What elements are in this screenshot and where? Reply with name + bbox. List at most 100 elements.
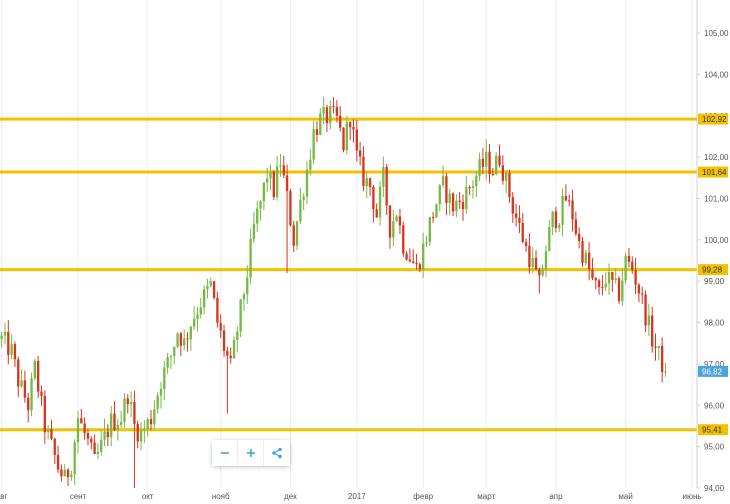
y-tick-label: 105,00 <box>704 29 729 38</box>
candle-body <box>40 391 43 396</box>
candle-body <box>193 318 196 327</box>
candle-body <box>329 106 332 124</box>
candle-body <box>232 340 236 359</box>
plus-icon <box>246 449 255 457</box>
candle-body <box>641 293 644 295</box>
candle-body <box>93 442 96 454</box>
x-tick-label: сент <box>70 492 87 501</box>
candle-body <box>30 378 33 411</box>
candle-body <box>153 409 156 425</box>
x-tick-label: 2017 <box>348 492 366 501</box>
candle-body <box>654 346 657 348</box>
candle-body <box>604 283 607 288</box>
candle-body <box>33 360 37 379</box>
candle-body <box>272 171 275 198</box>
candle-body <box>106 431 110 438</box>
candle-body <box>664 371 667 373</box>
candle-body <box>561 195 564 225</box>
candle-body <box>448 193 451 203</box>
candle-body <box>315 129 319 135</box>
candle-body <box>302 196 305 200</box>
chart-area: авгсентоктноябдек2017феврмартапрмайиюнь9… <box>0 0 730 504</box>
candle-body <box>637 284 641 294</box>
candle-body <box>216 297 219 323</box>
x-tick-label: апр <box>549 492 563 501</box>
candle-body <box>458 200 461 202</box>
share-button[interactable] <box>264 440 290 466</box>
level-price-label: 95,41 <box>702 426 723 435</box>
zoom-in-button[interactable] <box>238 440 264 466</box>
candle-body <box>299 199 302 222</box>
chart-toolbar <box>212 440 290 466</box>
candle-body <box>368 178 372 187</box>
level-price-label: 102,92 <box>702 115 727 124</box>
candle-body <box>292 225 295 246</box>
level-price-label: 99,28 <box>702 266 723 275</box>
candle-body <box>100 439 103 452</box>
candle-body <box>491 173 495 175</box>
candle-body <box>498 155 501 166</box>
candle-body <box>601 287 604 289</box>
candle-body <box>571 200 574 220</box>
zoom-out-button[interactable] <box>212 440 238 466</box>
candle-body <box>3 331 7 336</box>
candle-body <box>133 402 136 424</box>
candle-body <box>103 431 106 440</box>
candle-body <box>631 261 634 271</box>
candle-body <box>80 418 83 424</box>
candle-body <box>657 345 660 348</box>
candle-body <box>564 195 568 201</box>
candle-body <box>139 430 143 442</box>
candle-body <box>282 165 285 176</box>
candle-body <box>259 201 262 209</box>
candle-body <box>56 454 60 470</box>
candle-body <box>7 331 10 355</box>
x-tick-label: авг <box>0 492 8 501</box>
candle-body <box>348 122 352 128</box>
candle-body <box>116 424 119 430</box>
candle-body <box>53 438 56 455</box>
candle-body <box>23 380 27 398</box>
candle-body <box>594 278 597 281</box>
y-tick-label: 94,00 <box>704 484 725 493</box>
last-price-label: 96,82 <box>702 367 723 376</box>
y-tick-label: 98,00 <box>704 319 725 328</box>
candle-body <box>256 208 259 224</box>
candle-body <box>46 429 50 433</box>
candle-body <box>521 222 524 242</box>
candle-body <box>70 474 73 478</box>
candle-body <box>163 367 166 390</box>
candle-body <box>169 356 173 358</box>
x-tick-label: дек <box>284 492 297 501</box>
candle-body <box>438 185 441 205</box>
candle-body <box>90 438 93 443</box>
candle-body <box>129 402 133 405</box>
candle-body <box>295 221 299 246</box>
candle-body <box>17 359 20 387</box>
candle-body <box>392 221 395 238</box>
candle-body <box>199 307 202 315</box>
candle-body <box>0 335 3 340</box>
candle-body <box>262 182 266 202</box>
candle-body <box>611 272 614 280</box>
candle-body <box>617 278 621 302</box>
candle-body <box>428 217 431 243</box>
candle-body <box>395 216 398 222</box>
candle-body <box>76 418 80 443</box>
candle-body <box>159 389 163 396</box>
candle-body <box>226 350 229 356</box>
candle-body <box>186 338 189 340</box>
candle-body <box>568 200 571 202</box>
x-tick-label: окт <box>142 492 154 501</box>
candle-body <box>431 217 435 219</box>
candle-body <box>266 178 269 183</box>
candle-body <box>504 172 508 181</box>
candle-body <box>541 269 544 276</box>
candle-body <box>468 187 471 189</box>
candle-body <box>322 107 325 114</box>
candle-body <box>558 224 561 228</box>
minus-icon <box>220 452 229 454</box>
candle-body <box>621 280 624 302</box>
candle-body <box>385 166 388 206</box>
y-tick-label: 101,00 <box>704 195 729 204</box>
